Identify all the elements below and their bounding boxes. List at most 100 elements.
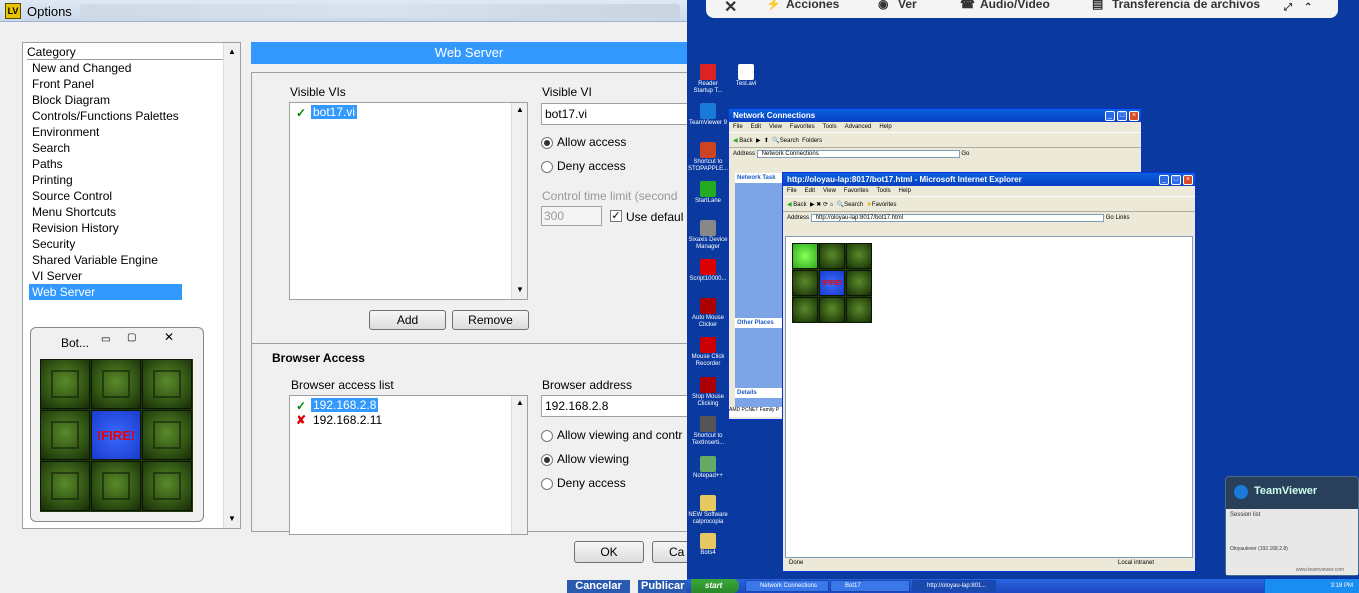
scroll-up-icon[interactable]: ▲ [516, 105, 524, 114]
desktop-icon[interactable]: Test.avi [726, 64, 766, 88]
category-item[interactable]: New and Changed [29, 60, 182, 76]
category-item[interactable]: VI Server [29, 268, 182, 284]
links-button[interactable]: Links [1115, 215, 1129, 221]
category-item[interactable]: Menu Shortcuts [29, 204, 182, 220]
search-button[interactable]: Search [844, 202, 863, 208]
taskbar-item[interactable]: Network Connections [745, 580, 829, 592]
back-button[interactable]: Back [793, 202, 806, 208]
desktop-icon[interactable]: Auto Mouse Clicker [688, 298, 728, 329]
visible-vi-field[interactable]: bot17.vi [541, 103, 687, 125]
desktop-icon[interactable]: Script10000... [688, 259, 728, 283]
go-button[interactable]: Go [1106, 215, 1114, 221]
close-icon[interactable]: ✕ [724, 0, 737, 17]
scroll-up-icon[interactable]: ▲ [228, 47, 236, 56]
category-item[interactable]: Controls/Functions Palettes [29, 108, 182, 124]
go-button[interactable]: Go [961, 151, 969, 157]
visible-vi-item[interactable]: bot17.vi [311, 105, 358, 119]
address-field[interactable]: Network Connections [756, 150, 960, 158]
category-item[interactable]: Web Server [29, 284, 182, 300]
desktop-icon[interactable]: Stop Mouse Clicking [688, 377, 728, 408]
browser-item[interactable]: 192.168.2.8 [311, 398, 379, 412]
browser-scrollbar[interactable]: ▲ [511, 396, 527, 534]
search-button[interactable]: Search [780, 138, 799, 144]
menu-item[interactable]: Advanced [845, 124, 872, 130]
desktop-icon[interactable]: Reader Startup T... [688, 64, 728, 95]
minimize-icon[interactable]: _ [1105, 111, 1115, 121]
ver-menu[interactable]: Ver [898, 0, 917, 11]
desktop-icon[interactable]: Notepad++ [688, 456, 728, 480]
add-button[interactable]: Add [369, 310, 446, 330]
browser-access-list[interactable]: ✓ 192.168.2.8 ✘ 192.168.2.11 ▲ [289, 395, 528, 535]
menu-item[interactable]: Help [879, 124, 891, 130]
browser-item[interactable]: 192.168.2.11 [313, 413, 382, 427]
allow-access-radio[interactable] [541, 137, 553, 149]
teamviewer-panel[interactable]: TeamViewer Session list Oloyaulever (192… [1225, 476, 1359, 576]
desktop-icon[interactable]: StartLane [688, 181, 728, 205]
use-default-checkbox[interactable]: ✓ [610, 210, 622, 222]
category-item[interactable]: Security [29, 236, 182, 252]
desktop-icon[interactable]: Shortcut to TextInserti... [688, 416, 728, 447]
category-item[interactable]: Front Panel [29, 76, 182, 92]
category-item[interactable]: Search [29, 140, 182, 156]
desktop-icon[interactable]: Shortcut to STOPAPPLE... [688, 142, 728, 173]
close-icon[interactable]: ✕ [164, 330, 174, 344]
category-scrollbar[interactable]: ▲ ▼ [223, 43, 240, 528]
scroll-down-icon[interactable]: ▼ [228, 514, 236, 523]
desktop-icon[interactable]: Sixaxis Device Manager [688, 220, 728, 251]
category-item[interactable]: Revision History [29, 220, 182, 236]
deny-access-b-radio[interactable] [541, 478, 553, 490]
taskbar-item[interactable]: http://oloyau-lap:801... [912, 580, 996, 592]
audio-video-menu[interactable]: Audio/Video [980, 0, 1050, 11]
maximize-icon[interactable]: □ [1171, 175, 1181, 185]
deny-access-radio[interactable] [541, 161, 553, 173]
category-item[interactable]: Block Diagram [29, 92, 182, 108]
menu-item[interactable]: Favorites [844, 188, 869, 194]
menu-item[interactable]: File [733, 124, 743, 130]
minimize-icon[interactable]: _ [1159, 175, 1169, 185]
collapse-icon[interactable]: ⌃ [1304, 2, 1312, 13]
minimize-icon[interactable]: ▭ [101, 334, 121, 346]
ie-window[interactable]: http://oloyau-lap:8017/bot17.html - Micr… [782, 172, 1196, 572]
fullscreen-icon[interactable]: ⤢ [1284, 2, 1292, 13]
remove-button[interactable]: Remove [452, 310, 529, 330]
category-item[interactable]: Shared Variable Engine [29, 252, 182, 268]
menu-item[interactable]: Favorites [790, 124, 815, 130]
acciones-menu[interactable]: Acciones [786, 0, 839, 11]
menu-item[interactable]: View [769, 124, 782, 130]
file-transfer-menu[interactable]: Transferencia de archivos [1112, 0, 1260, 11]
session-item[interactable]: Oloyaulever (192.168.2.8) [1230, 546, 1288, 552]
ok-button[interactable]: OK [574, 541, 644, 563]
desktop-icon[interactable]: NEW Software calprocopia [688, 495, 728, 526]
allow-viewing-radio[interactable] [541, 454, 553, 466]
menu-item[interactable]: File [787, 188, 797, 194]
cancel-button[interactable]: Ca [652, 541, 687, 563]
menu-item[interactable]: Tools [877, 188, 891, 194]
taskbar-item[interactable]: Bot17 [830, 580, 910, 592]
teamviewer-link[interactable]: www.teamviewer.com [1296, 567, 1344, 573]
visible-vis-list[interactable]: ✓ bot17.vi ▲ ▼ [289, 102, 528, 300]
publicar-button[interactable]: Publicar [638, 580, 687, 593]
maximize-icon[interactable]: ▢ [127, 332, 147, 344]
menu-item[interactable]: Edit [751, 124, 761, 130]
menu-item[interactable]: Tools [823, 124, 837, 130]
favorites-button[interactable]: Favorites [872, 202, 897, 208]
close-icon[interactable]: × [1129, 111, 1139, 121]
menu-item[interactable]: View [823, 188, 836, 194]
start-button[interactable]: start [691, 579, 739, 593]
fire-button[interactable]: !FIRE! [819, 270, 845, 296]
maximize-icon[interactable]: □ [1117, 111, 1127, 121]
desktop-icon[interactable]: Bots4 [688, 533, 728, 557]
category-item[interactable]: Printing [29, 172, 182, 188]
vis-scrollbar[interactable]: ▲ ▼ [511, 103, 527, 299]
folders-button[interactable]: Folders [802, 138, 822, 144]
category-item[interactable]: Paths [29, 156, 182, 172]
category-item[interactable]: Source Control [29, 188, 182, 204]
category-item[interactable]: Environment [29, 124, 182, 140]
desktop-icon[interactable]: Mouse Click Recorder [688, 337, 728, 368]
bot-front-panel-window[interactable]: Bot... ▭ ▢ ✕ !FIRE! [30, 327, 204, 522]
scroll-down-icon[interactable]: ▼ [516, 285, 524, 294]
desktop-icon[interactable]: TeamViewer 9 [688, 103, 728, 127]
menu-item[interactable]: Edit [805, 188, 815, 194]
cancelar-button[interactable]: Cancelar [567, 580, 630, 593]
allow-viewing-control-radio[interactable] [541, 430, 553, 442]
